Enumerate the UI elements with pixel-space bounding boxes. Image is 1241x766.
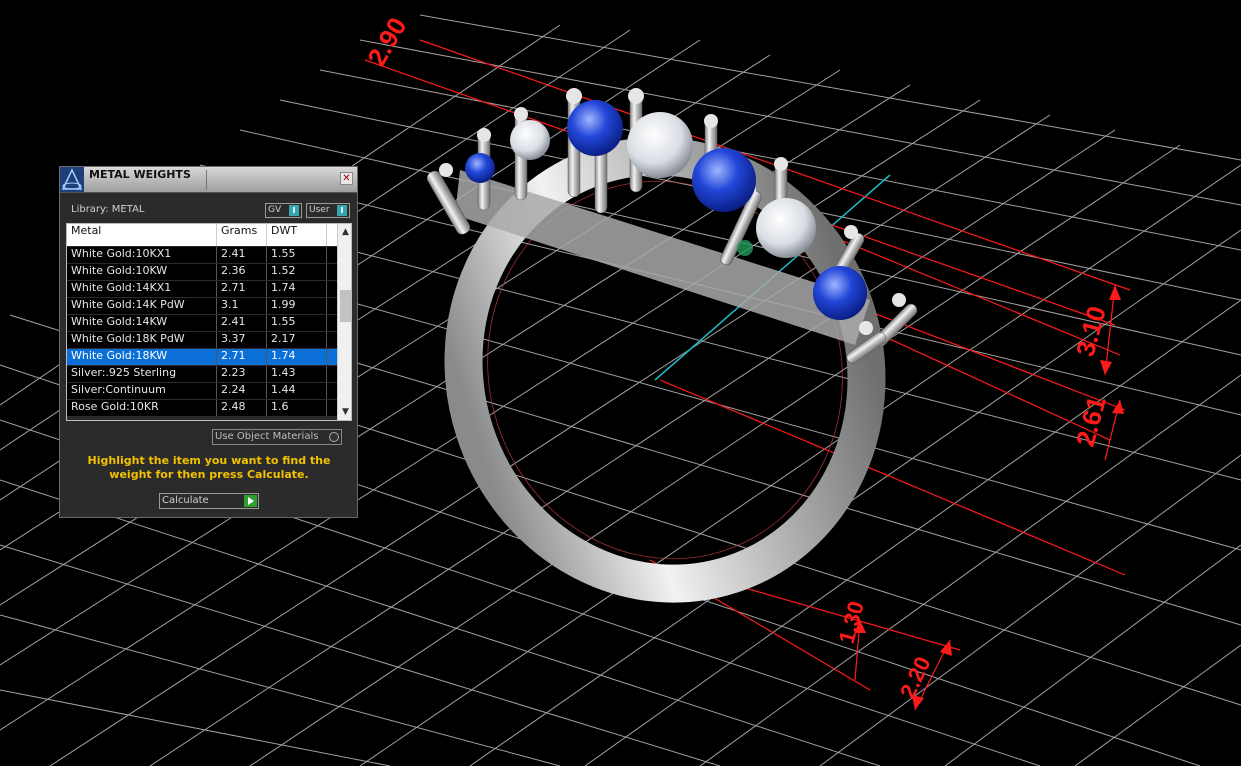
scroll-up-icon[interactable]: ▲: [338, 224, 351, 240]
use-object-materials-label: Use Object Materials: [215, 431, 319, 442]
table-row[interactable]: White Gold:10KW 2.36 1.52: [67, 264, 337, 281]
close-button[interactable]: ✕: [340, 172, 353, 185]
dwt-cell: 1.74: [267, 281, 327, 297]
user-toggle-label: User: [309, 205, 330, 215]
use-object-materials-toggle[interactable]: Use Object Materials: [212, 429, 342, 445]
table-row-selected[interactable]: White Gold:18KW 2.71 1.74: [67, 349, 337, 366]
dwt-cell: 1.99: [267, 298, 327, 314]
panel-titlebar[interactable]: METAL WEIGHTS ✕: [60, 167, 357, 193]
metal-cell: White Gold:10KW: [67, 264, 217, 280]
metal-cell: Silver:Continuum: [67, 383, 217, 399]
table-row[interactable]: Rose Gold:10KR 2.48 1.6: [67, 400, 337, 417]
dwt-cell: 2.17: [267, 332, 327, 348]
metal-weights-panel: METAL WEIGHTS ✕ Library: METAL GV I User…: [59, 166, 358, 518]
grams-cell: 3.37: [217, 332, 267, 348]
grams-cell: 2.24: [217, 383, 267, 399]
metal-cell: White Gold:18K PdW: [67, 332, 217, 348]
metal-cell: White Gold:14KW: [67, 315, 217, 331]
metal-cell: White Gold:14KX1: [67, 281, 217, 297]
grams-cell: 3.1: [217, 298, 267, 314]
metal-cell: White Gold:14K PdW: [67, 298, 217, 314]
calculate-button[interactable]: Calculate: [159, 493, 259, 509]
grams-cell: 2.41: [217, 315, 267, 331]
dwt-cell: 1.52: [267, 264, 327, 280]
column-header-dwt[interactable]: DWT: [267, 224, 327, 246]
metal-cell: Silver:.925 Sterling: [67, 366, 217, 382]
app-logo-icon: [60, 167, 84, 192]
dwt-cell: 1.74: [267, 349, 327, 365]
metal-cell: White Gold:10KX1: [67, 247, 217, 263]
dimension-label: 2.61: [1070, 393, 1112, 450]
table-row[interactable]: White Gold:14KW 2.41 1.55: [67, 315, 337, 332]
table-body: White Gold:10KX1 2.41 1.55 White Gold:10KW…: [67, 247, 337, 417]
gv-indicator: I: [289, 205, 299, 216]
dwt-cell: 1.43: [267, 366, 327, 382]
table-row[interactable]: White Gold:14KX1 2.71 1.74: [67, 281, 337, 298]
dwt-cell: 1.55: [267, 315, 327, 331]
column-header-metal[interactable]: Metal: [67, 224, 217, 246]
gv-toggle-label: GV: [268, 205, 282, 215]
table-header: Metal Grams DWT: [67, 224, 337, 246]
grams-cell: 2.71: [217, 281, 267, 297]
user-toggle[interactable]: User I: [306, 203, 350, 218]
grams-cell: 2.36: [217, 264, 267, 280]
table-row[interactable]: White Gold:14K PdW 3.1 1.99: [67, 298, 337, 315]
scroll-thumb[interactable]: [340, 290, 351, 322]
metal-cell: White Gold:18KW: [67, 349, 217, 365]
panel-title: METAL WEIGHTS: [89, 168, 191, 181]
dwt-cell: 1.6: [267, 400, 327, 416]
metal-table: Metal Grams DWT White Gold:10KX1 2.41 1.55…: [66, 223, 352, 421]
metal-cell: Rose Gold:10KR: [67, 400, 217, 416]
library-label: Library: METAL: [71, 204, 145, 215]
scroll-down-icon[interactable]: ▼: [338, 404, 351, 420]
radio-icon: [329, 432, 339, 442]
dimension-label: 1.30: [834, 598, 869, 646]
column-header-grams[interactable]: Grams: [217, 224, 267, 246]
title-divider: [206, 170, 207, 190]
user-indicator: I: [337, 205, 347, 216]
table-row[interactable]: White Gold:10KX1 2.41 1.55: [67, 247, 337, 264]
dimension-label: 2.90: [361, 12, 412, 71]
calculate-label: Calculate: [162, 495, 209, 506]
table-row[interactable]: Silver:.925 Sterling 2.23 1.43: [67, 366, 337, 383]
dimension-label: 2.20: [895, 653, 936, 702]
table-row[interactable]: White Gold:18K PdW 3.37 2.17: [67, 332, 337, 349]
grams-cell: 2.48: [217, 400, 267, 416]
dwt-cell: 1.55: [267, 247, 327, 263]
play-icon: [244, 495, 257, 507]
instruction-text: Highlight the item you want to find the …: [87, 454, 331, 481]
gv-toggle[interactable]: GV I: [265, 203, 302, 218]
table-scrollbar[interactable]: ▲ ▼: [337, 224, 351, 420]
grams-cell: 2.23: [217, 366, 267, 382]
grams-cell: 2.71: [217, 349, 267, 365]
dwt-cell: 1.44: [267, 383, 327, 399]
ring-model[interactable]: [408, 88, 921, 636]
table-row[interactable]: Silver:Continuum 2.24 1.44: [67, 383, 337, 400]
grams-cell: 2.41: [217, 247, 267, 263]
